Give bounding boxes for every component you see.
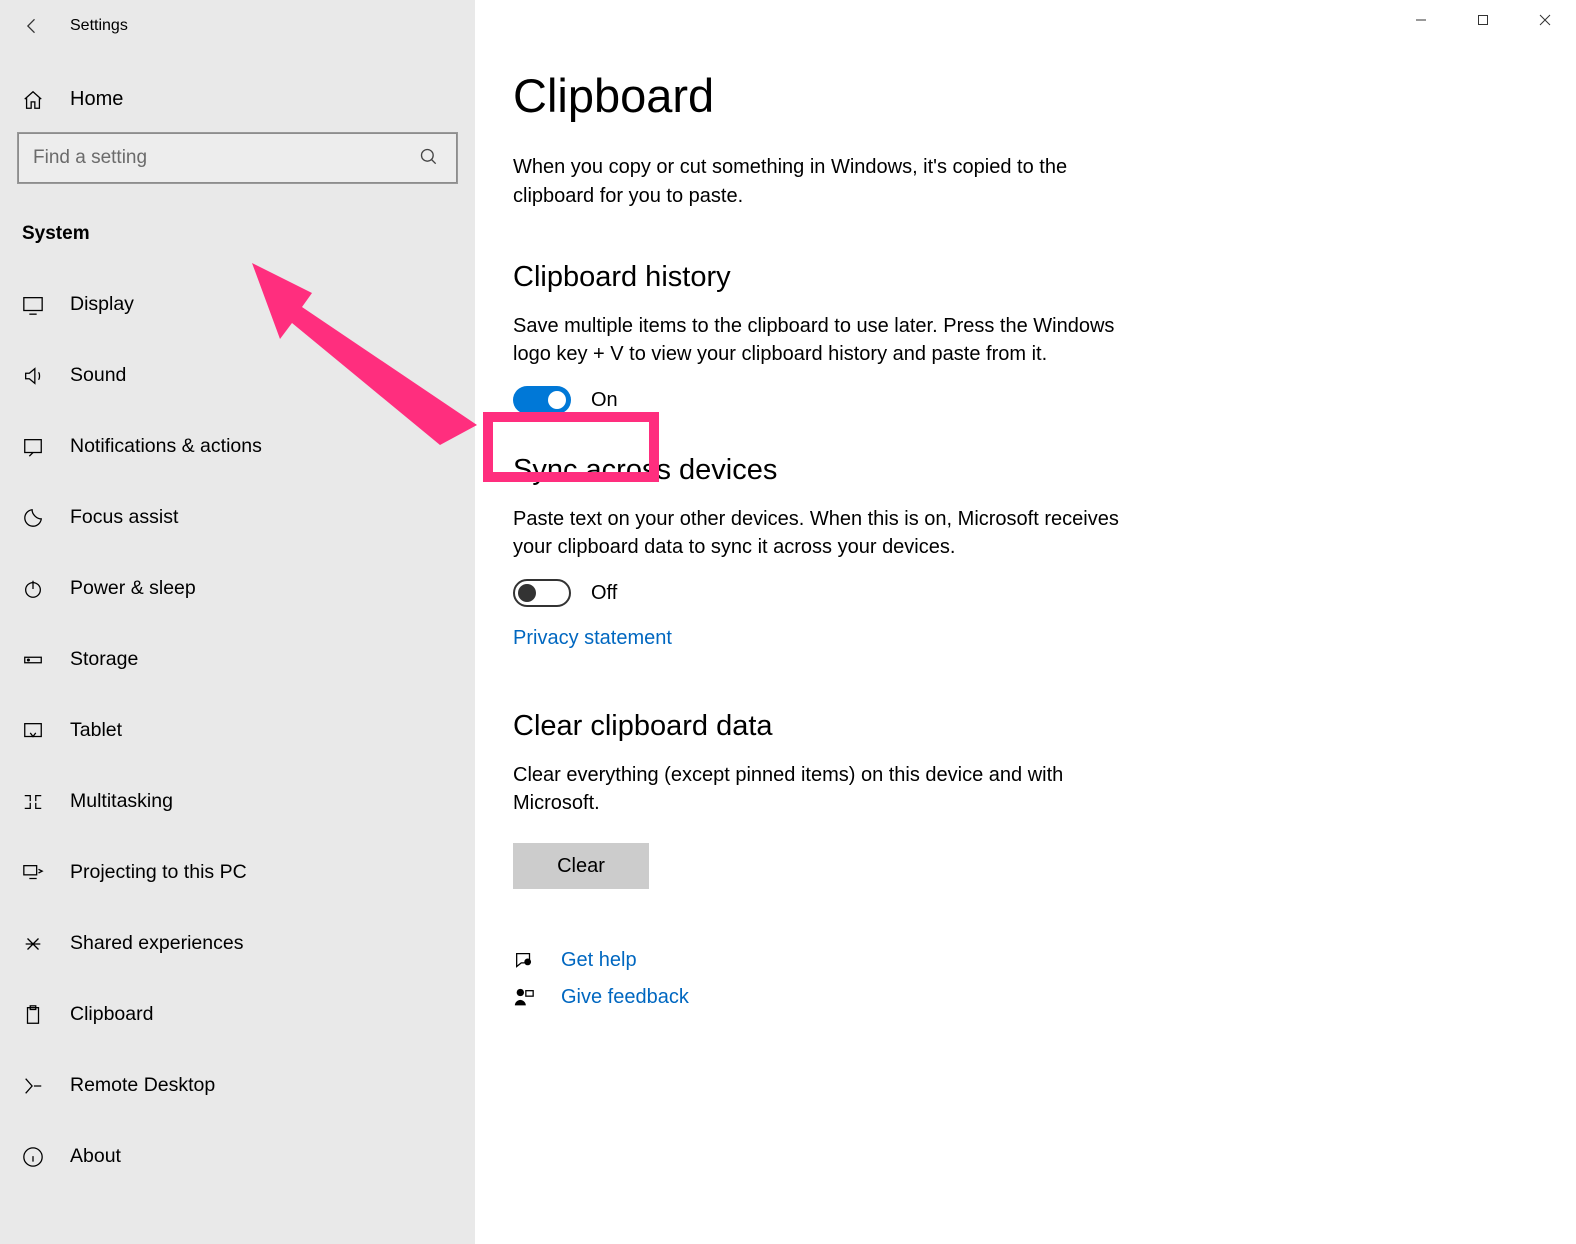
notifications-icon: [22, 436, 46, 458]
sidebar-item-label: Tablet: [70, 719, 122, 742]
home-icon: [22, 89, 46, 111]
clear-section-title: Clear clipboard data: [513, 710, 1576, 743]
sound-icon: [22, 365, 46, 387]
close-button[interactable]: [1514, 0, 1576, 40]
sync-section-desc: Paste text on your other devices. When t…: [513, 505, 1153, 561]
sidebar-item-label: About: [70, 1145, 121, 1168]
page-title: Clipboard: [513, 68, 1576, 123]
sync-section-title: Sync across devices: [513, 454, 1576, 487]
history-toggle-label: On: [591, 389, 618, 412]
home-nav[interactable]: Home: [0, 72, 475, 127]
titlebar: Settings: [0, 0, 475, 52]
sidebar-item-label: Clipboard: [70, 1003, 153, 1026]
sidebar-item-label: Storage: [70, 648, 138, 671]
page-intro: When you copy or cut something in Window…: [513, 153, 1133, 211]
privacy-statement-link[interactable]: Privacy statement: [513, 627, 672, 650]
feedback-row[interactable]: Give feedback: [513, 986, 1576, 1009]
window-title: Settings: [70, 17, 128, 35]
sync-toggle-row: Off: [513, 579, 1576, 607]
help-icon: [513, 950, 537, 972]
multitasking-icon: [22, 791, 46, 813]
history-toggle-row: On: [513, 386, 1576, 414]
history-section-desc: Save multiple items to the clipboard to …: [513, 312, 1153, 368]
clear-button[interactable]: Clear: [513, 843, 649, 889]
minimize-button[interactable]: [1390, 0, 1452, 40]
search-icon: [419, 147, 439, 167]
storage-icon: [22, 649, 46, 671]
search-input[interactable]: [18, 133, 457, 183]
projecting-icon: [22, 862, 46, 884]
sidebar-item-label: Power & sleep: [70, 577, 196, 600]
search-wrapper: [18, 133, 457, 183]
sidebar-item-remote-desktop[interactable]: Remote Desktop: [0, 1050, 475, 1121]
nav-list: Display Sound Notifications & actions Fo…: [0, 269, 475, 1192]
clear-section-desc: Clear everything (except pinned items) o…: [513, 761, 1153, 817]
sidebar-item-power-sleep[interactable]: Power & sleep: [0, 553, 475, 624]
sidebar-item-clipboard[interactable]: Clipboard: [0, 979, 475, 1050]
sidebar-item-label: Display: [70, 293, 134, 316]
tablet-icon: [22, 720, 46, 742]
sidebar-item-notifications[interactable]: Notifications & actions: [0, 411, 475, 482]
main-content: Clipboard When you copy or cut something…: [475, 0, 1576, 1244]
home-label: Home: [70, 88, 123, 111]
back-icon[interactable]: [22, 16, 42, 36]
nav-group-header: System: [22, 223, 475, 245]
sidebar-item-projecting[interactable]: Projecting to this PC: [0, 837, 475, 908]
sidebar-item-label: Multitasking: [70, 790, 173, 813]
sidebar: Settings Home System Display Sound: [0, 0, 475, 1244]
history-section-title: Clipboard history: [513, 261, 1576, 294]
remote-icon: [22, 1075, 46, 1097]
clipboard-icon: [22, 1004, 46, 1026]
power-icon: [22, 578, 46, 600]
feedback-icon: [513, 987, 537, 1009]
sidebar-item-label: Remote Desktop: [70, 1074, 215, 1097]
window-controls: [1390, 0, 1576, 40]
sidebar-item-display[interactable]: Display: [0, 269, 475, 340]
get-help-row[interactable]: Get help: [513, 949, 1576, 972]
clipboard-history-toggle[interactable]: [513, 386, 571, 414]
sidebar-item-multitasking[interactable]: Multitasking: [0, 766, 475, 837]
sidebar-item-tablet[interactable]: Tablet: [0, 695, 475, 766]
sidebar-item-about[interactable]: About: [0, 1121, 475, 1192]
get-help-link[interactable]: Get help: [561, 949, 637, 972]
sidebar-item-label: Focus assist: [70, 506, 178, 529]
sidebar-item-focus-assist[interactable]: Focus assist: [0, 482, 475, 553]
moon-icon: [22, 507, 46, 529]
sidebar-item-sound[interactable]: Sound: [0, 340, 475, 411]
sidebar-item-label: Projecting to this PC: [70, 861, 247, 884]
shared-icon: [22, 933, 46, 955]
give-feedback-link[interactable]: Give feedback: [561, 986, 689, 1009]
sidebar-item-label: Notifications & actions: [70, 435, 262, 458]
sidebar-item-label: Sound: [70, 364, 126, 387]
sync-toggle-label: Off: [591, 582, 617, 605]
display-icon: [22, 294, 46, 316]
maximize-button[interactable]: [1452, 0, 1514, 40]
sidebar-item-label: Shared experiences: [70, 932, 243, 955]
sidebar-item-storage[interactable]: Storage: [0, 624, 475, 695]
about-icon: [22, 1146, 46, 1168]
sidebar-item-shared-experiences[interactable]: Shared experiences: [0, 908, 475, 979]
sync-toggle[interactable]: [513, 579, 571, 607]
